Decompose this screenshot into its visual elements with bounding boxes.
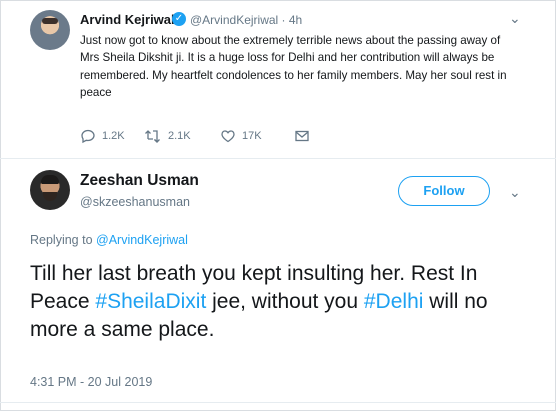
reply-tweet-text: Till her last breath you kept insulting … <box>30 260 540 344</box>
reply-action[interactable]: 1.2K <box>80 128 125 144</box>
hashtag-delhi[interactable]: #Delhi <box>364 290 424 313</box>
parent-tweet-actions: 1.2K 2.1K 17K <box>80 128 380 146</box>
like-count: 17K <box>242 130 262 142</box>
reply-icon <box>81 129 95 144</box>
replying-to-line: Replying to @ArvindKejriwal <box>30 233 188 247</box>
reply-count: 1.2K <box>102 130 125 142</box>
like-action[interactable]: 17K <box>220 128 262 144</box>
retweet-count: 2.1K <box>168 130 191 142</box>
follow-button[interactable]: Follow <box>398 176 490 206</box>
parent-tweet[interactable]: Arvind Kejriwal ✓ @ArvindKejriwal · 4h ⌄… <box>0 0 556 158</box>
verified-badge-icon: ✓ <box>172 12 186 26</box>
tweet-divider <box>0 158 556 159</box>
message-action[interactable] <box>294 128 310 144</box>
retweet-action[interactable]: 2.1K <box>144 128 191 144</box>
chevron-down-icon[interactable]: ⌄ <box>509 184 521 201</box>
reply-author-avatar[interactable] <box>30 170 70 210</box>
reply-timestamp[interactable]: 4:31 PM - 20 Jul 2019 <box>30 375 152 389</box>
chevron-down-icon[interactable]: ⌄ <box>509 10 521 27</box>
parent-tweet-text: Just now got to know about the extremely… <box>80 34 507 100</box>
reply-text-part2: jee, without you <box>206 290 364 313</box>
reply-author-name[interactable]: Zeeshan Usman <box>80 172 199 190</box>
parent-author-name[interactable]: Arvind Kejriwal <box>80 12 175 27</box>
parent-author-handle-time[interactable]: @ArvindKejriwal · 4h <box>190 13 302 27</box>
reply-author-handle[interactable]: @skzeeshanusman <box>80 195 190 209</box>
replying-to-mention[interactable]: @ArvindKejriwal <box>96 233 188 247</box>
replying-prefix: Replying to <box>30 233 97 247</box>
hashtag-sheiladixit[interactable]: #SheilaDixit <box>95 290 206 313</box>
retweet-icon <box>145 130 160 143</box>
parent-author-avatar[interactable] <box>30 10 70 50</box>
bottom-divider <box>0 402 556 403</box>
like-icon <box>221 130 235 143</box>
message-icon <box>295 130 309 142</box>
